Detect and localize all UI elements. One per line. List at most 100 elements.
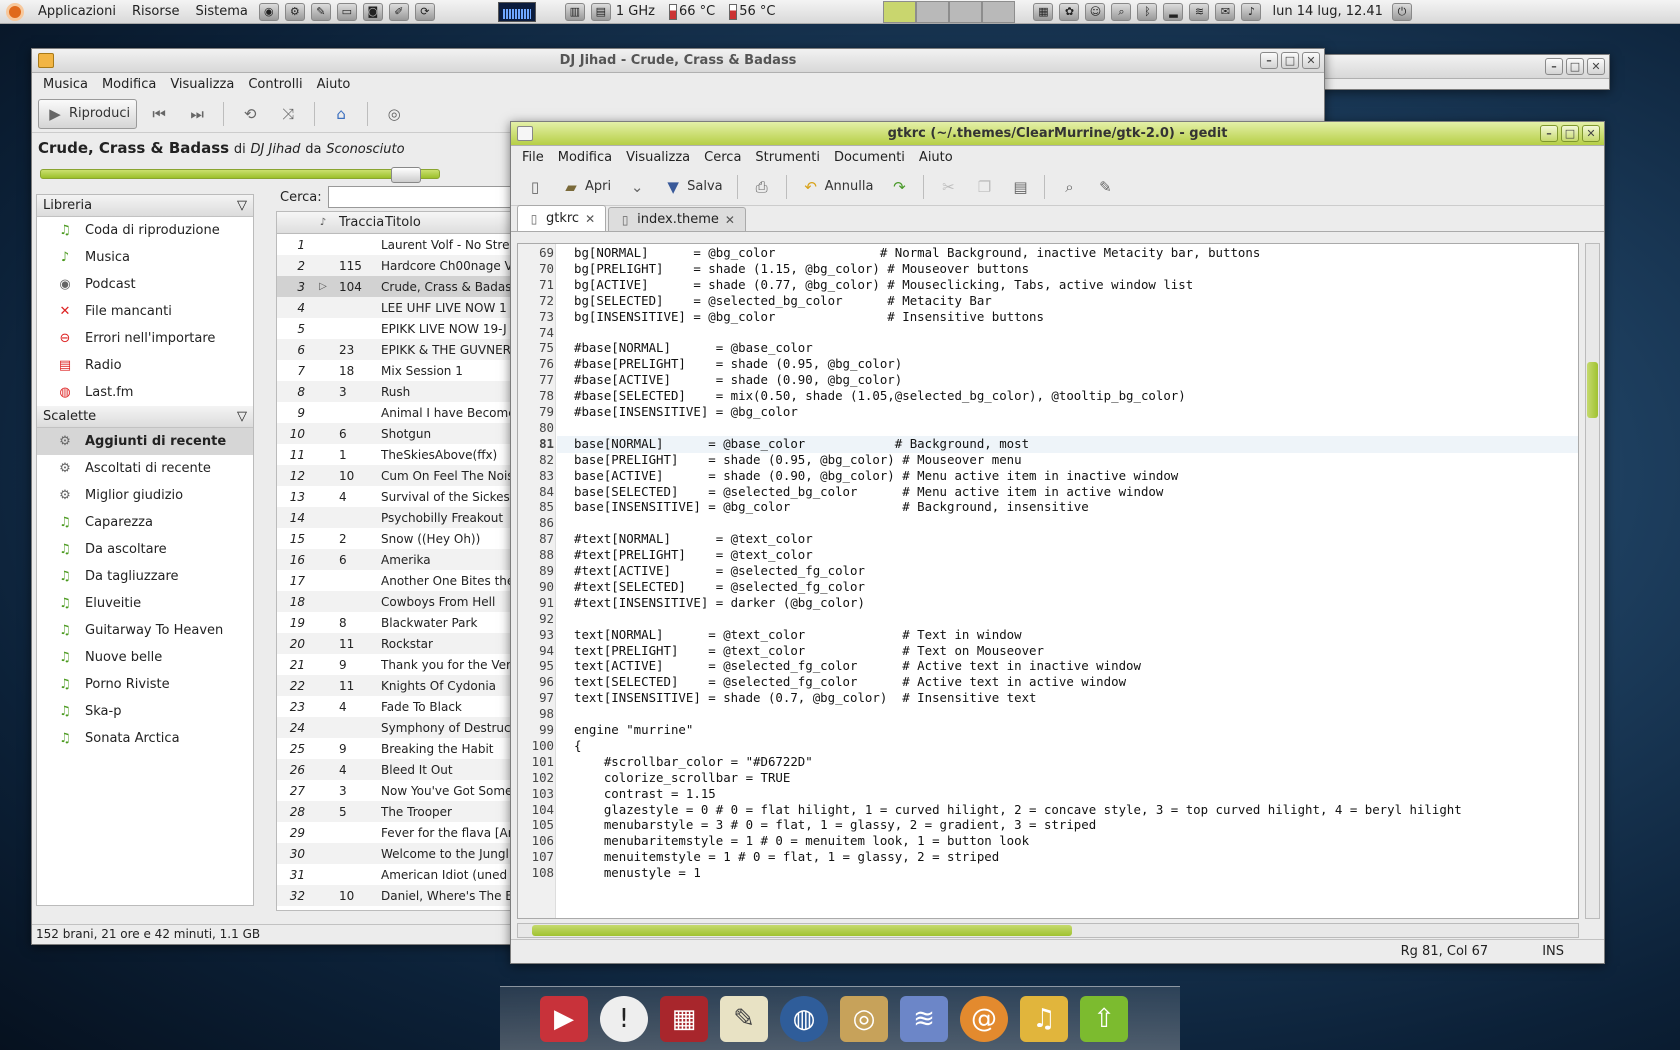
bluetooth-icon[interactable]: ᛒ bbox=[1137, 2, 1158, 21]
editor-launcher-icon[interactable]: ✎ bbox=[310, 2, 331, 21]
table-row[interactable]: 22 11 Knights Of Cydonia bbox=[277, 675, 515, 696]
table-row[interactable]: 30 Welcome to the Jungl bbox=[277, 843, 515, 864]
table-row[interactable]: 8 3 Rush bbox=[277, 381, 515, 402]
table-row[interactable]: 16 6 Amerika bbox=[277, 549, 515, 570]
shell-dock-icon[interactable]: @ bbox=[960, 995, 1008, 1042]
table-row[interactable]: 31 American Idiot (uned bbox=[277, 864, 515, 885]
volume-icon[interactable]: ♪ bbox=[1241, 2, 1262, 21]
rhythmbox-titlebar[interactable]: DJ Jihad - Crude, Crass & Badass – □ ✕ bbox=[32, 49, 1324, 73]
horizontal-scrollbar[interactable] bbox=[517, 923, 1579, 938]
play-button[interactable]: ▶ Riproduci bbox=[38, 98, 138, 129]
settings-launcher-icon[interactable]: ⚙ bbox=[284, 2, 305, 21]
maximize-button[interactable]: □ bbox=[1281, 52, 1299, 69]
menu-help[interactable]: Aiuto bbox=[912, 150, 960, 165]
print-button[interactable]: ⎙ bbox=[746, 172, 778, 202]
menu-edit[interactable]: Modifica bbox=[95, 77, 163, 92]
sidebar-item[interactable]: ♫ Guitarway To Heaven bbox=[37, 617, 253, 644]
table-row[interactable]: 21 9 Thank you for the Ver bbox=[277, 654, 515, 675]
sidebar-item[interactable]: ♪ Musica bbox=[37, 244, 253, 271]
menu-view[interactable]: Visualizza bbox=[163, 77, 241, 92]
menu-tools[interactable]: Strumenti bbox=[748, 150, 827, 165]
sidebar-item[interactable]: ▤ Radio bbox=[37, 352, 253, 379]
table-row[interactable]: 14 Psychobilly Freakout bbox=[277, 507, 515, 528]
menu-places[interactable]: Risorse bbox=[124, 4, 188, 19]
table-row[interactable]: 11 1 TheSkiesAbove(ffx) bbox=[277, 444, 515, 465]
playlists-header[interactable]: Scalette ▽ bbox=[37, 406, 253, 428]
table-row[interactable]: 10 6 Shotgun bbox=[277, 423, 515, 444]
library-header[interactable]: Libreria ▽ bbox=[37, 195, 253, 217]
table-row[interactable]: 6 23 EPIKK & THE GUVNER bbox=[277, 339, 515, 360]
browser-dock-icon[interactable]: ◍ bbox=[780, 995, 828, 1042]
table-row[interactable]: 4 LEE UHF LIVE NOW 1 bbox=[277, 297, 515, 318]
notification-dock-icon[interactable]: ! bbox=[600, 995, 648, 1042]
workspace-1[interactable] bbox=[883, 0, 917, 23]
minimize-button[interactable]: – bbox=[1540, 125, 1558, 142]
sidebar-item[interactable]: ♫ Ska-p bbox=[37, 698, 253, 725]
text-editor[interactable]: 69 bg[NORMAL] = @bg_color # Normal Backgr… bbox=[517, 243, 1579, 919]
table-row[interactable]: 19 8 Blackwater Park bbox=[277, 612, 515, 633]
cut-button[interactable]: ✂ bbox=[932, 172, 964, 202]
file-manager-titlebar[interactable]: – □ ✕ bbox=[1301, 55, 1609, 79]
menu-music[interactable]: Musica bbox=[36, 77, 95, 92]
user-icon[interactable]: ☺ bbox=[1085, 2, 1106, 21]
sidebar-item[interactable]: ♫ Nuove belle bbox=[37, 644, 253, 671]
wireless-icon[interactable]: ≋ bbox=[1189, 2, 1210, 21]
sidebar-item[interactable]: ♫ Da tagliuzzare bbox=[37, 563, 253, 590]
sidebar-item[interactable]: ♫ Porno Riviste bbox=[37, 671, 253, 698]
package-icon[interactable]: ▦ bbox=[1033, 2, 1054, 21]
replace-button[interactable]: ✎ bbox=[1089, 172, 1121, 202]
paste-button[interactable]: ▤ bbox=[1004, 172, 1036, 202]
close-tab-icon[interactable]: ✕ bbox=[725, 213, 735, 227]
table-row[interactable]: 25 9 Breaking the Habit bbox=[277, 738, 515, 759]
open-recent-dropdown[interactable]: ⌄ bbox=[621, 172, 653, 202]
minimize-button[interactable]: – bbox=[1545, 58, 1563, 75]
table-row[interactable]: 20 11 Rockstar bbox=[277, 633, 515, 654]
update-launcher-icon[interactable]: ⟳ bbox=[414, 2, 435, 21]
previous-button[interactable]: ⏮ bbox=[143, 99, 175, 129]
network-icon[interactable]: ▂ bbox=[1163, 2, 1184, 21]
search-icon[interactable]: ⌕ bbox=[1111, 2, 1132, 21]
table-row[interactable]: 3 ▷ 104 Crude, Crass & Badas bbox=[277, 276, 515, 297]
menu-file[interactable]: File bbox=[515, 150, 551, 165]
rhythmbox-dock-icon[interactable]: ♫ bbox=[1020, 995, 1068, 1042]
menu-applications[interactable]: Applicazioni bbox=[30, 4, 124, 19]
youtube-dock-icon[interactable]: ▶ bbox=[540, 995, 588, 1042]
shutdown-icon[interactable]: ⏻ bbox=[1391, 2, 1412, 21]
table-row[interactable]: 32 10 Daniel, Where's The E bbox=[277, 885, 515, 906]
close-button[interactable]: ✕ bbox=[1587, 58, 1605, 75]
table-row[interactable]: 18 Cowboys From Hell bbox=[277, 591, 515, 612]
menu-documents[interactable]: Documenti bbox=[827, 150, 912, 165]
save-button[interactable]: ▼ Salva bbox=[657, 172, 729, 202]
menu-help[interactable]: Aiuto bbox=[310, 77, 358, 92]
column-track[interactable]: Traccia bbox=[335, 215, 384, 230]
colors-icon[interactable]: ✿ bbox=[1059, 2, 1080, 21]
sidebar-item[interactable]: ⊖ Errori nell'importare bbox=[37, 325, 253, 352]
sidebar-item[interactable]: ♫ Sonata Arctica bbox=[37, 725, 253, 752]
scrollbar-thumb[interactable] bbox=[532, 925, 1072, 936]
table-row[interactable]: 12 10 Cum On Feel The Nois bbox=[277, 465, 515, 486]
gedit-titlebar[interactable]: gtkrc (~/.themes/ClearMurrine/gtk-2.0) -… bbox=[511, 122, 1604, 146]
update-dock-icon[interactable]: ⇧ bbox=[1080, 995, 1128, 1042]
sidebar-item[interactable]: ◍ Last.fm bbox=[37, 379, 253, 406]
table-row[interactable]: 2 115 Hardcore Ch00nage V bbox=[277, 255, 515, 276]
clock[interactable]: lun 14 lug, 12.41 bbox=[1272, 4, 1388, 19]
maximize-button[interactable]: □ bbox=[1561, 125, 1579, 142]
collapse-arrow-icon[interactable]: ▽ bbox=[237, 198, 247, 213]
notes-launcher-icon[interactable]: ✐ bbox=[388, 2, 409, 21]
terminal-launcher-icon[interactable]: ▭ bbox=[336, 2, 357, 21]
sidebar-item[interactable]: ✕ File mancanti bbox=[37, 298, 253, 325]
sidebar-item[interactable]: ⚙ Ascoltati di recente bbox=[37, 455, 253, 482]
redo-button[interactable]: ↷ bbox=[883, 172, 915, 202]
maximize-button[interactable]: □ bbox=[1566, 58, 1584, 75]
collapse-arrow-icon[interactable]: ▽ bbox=[237, 409, 247, 424]
menu-system[interactable]: Sistema bbox=[187, 4, 255, 19]
table-row[interactable]: 27 3 Now You've Got Some bbox=[277, 780, 515, 801]
close-button[interactable]: ✕ bbox=[1302, 52, 1320, 69]
menu-search[interactable]: Cerca bbox=[697, 150, 748, 165]
system-monitor-icon[interactable] bbox=[497, 1, 536, 22]
ubuntu-logo-icon[interactable] bbox=[6, 2, 24, 21]
close-tab-icon[interactable]: ✕ bbox=[585, 212, 595, 226]
mail-icon[interactable]: ✉ bbox=[1215, 2, 1236, 21]
workspace-3[interactable] bbox=[949, 0, 983, 23]
table-row[interactable]: 17 Another One Bites the bbox=[277, 570, 515, 591]
